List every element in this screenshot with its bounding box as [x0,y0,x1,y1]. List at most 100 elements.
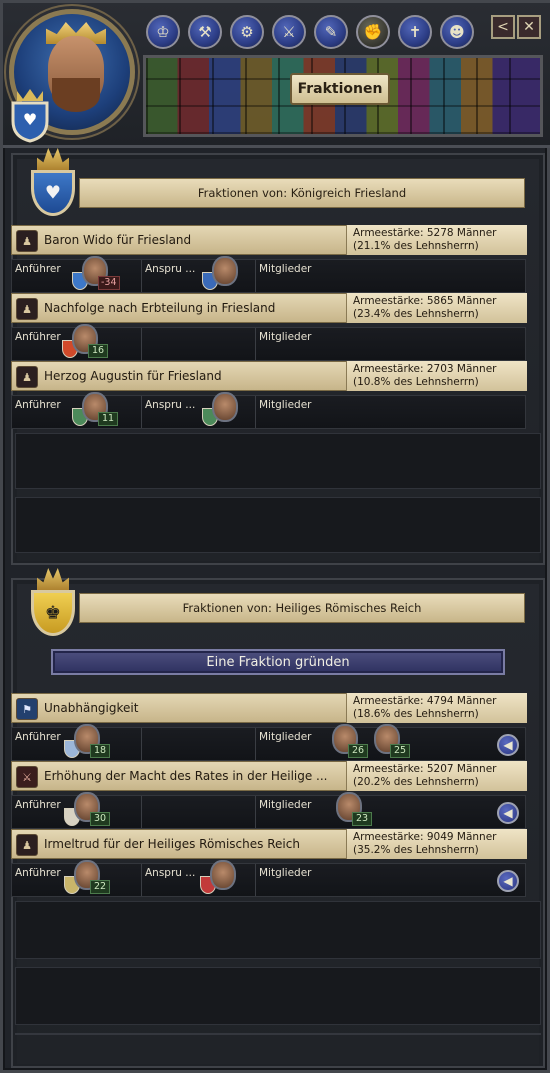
svg-text:♥: ♥ [23,110,37,129]
leader-character[interactable]: 18 [64,724,110,760]
faction-members-row: Anführer -34 Anspru ... Mitglieder [11,256,526,293]
members-label: Mitglieder [259,263,312,275]
faction-members-row: Anführer 16 Mitglieder [11,324,526,361]
army-strength: Armeestärke: 9049 Männer [353,831,497,843]
back-button[interactable]: < [491,15,515,39]
leader-cell: Anführer 11 [12,392,142,428]
members-label: Mitglieder [259,867,312,879]
close-button[interactable]: ✕ [517,15,541,39]
factions-icon[interactable]: ✊ [356,15,390,49]
faction-row[interactable]: ⚑ Unabhängigkeit Armeestärke: 4794 Männe… [11,693,527,723]
faction-row[interactable]: ♟ Baron Wido für Friesland Armeestärke: … [11,225,527,255]
opinion-value: 25 [390,744,410,758]
army-percentage: (35.2% des Lehnsherrn) [353,844,479,856]
empty-slot [15,497,541,553]
cross-icon[interactable]: ✝ [398,15,432,49]
leader-label: Anführer [15,731,61,743]
claimant-cell: Anspru ... [142,860,256,896]
section-title-friesland: Fraktionen von: Königreich Friesland [79,178,525,208]
claimant-character[interactable] [202,256,242,292]
army-percentage: (21.1% des Lehnsherrn) [353,240,479,252]
faction-name: Herzog Augustin für Friesland [44,369,222,383]
claimant-cell [142,328,256,360]
faction-row[interactable]: ⚔ Erhöhung der Macht des Rates in der He… [11,761,527,791]
leader-cell: Anführer -34 [12,256,142,292]
back-arrow-icon[interactable]: ◀ [497,734,519,756]
claimant-character[interactable] [200,860,240,896]
hre-crest: ♚ [27,568,79,636]
leader-cell: Anführer 30 [12,792,142,828]
ruler-coat-of-arms[interactable]: ♥ [7,87,53,143]
faction-members-row: Anführer 18 Mitglieder 26 25 ◀ [11,724,526,761]
independence-flag-icon: ⚑ [16,698,38,720]
faction-row[interactable]: ♟ Herzog Augustin für Friesland Armeestä… [11,361,527,391]
opinion-value: 11 [98,412,118,426]
crown-icon [37,568,69,592]
crown-icon [37,148,69,172]
ruler-beard [52,78,100,112]
back-arrow-icon[interactable]: ◀ [497,870,519,892]
claimant-label: Anspru ... [145,867,196,879]
sword-icon[interactable]: ⚔ [272,15,306,49]
factions-window: ♥ ♔ ⚒ ⚙ ⚔ ✎ ✊ ✝ ☻ < ✕ Fraktionen ♥ Frakt… [0,0,550,1073]
council-power-icon: ⚔ [16,766,38,788]
member-character[interactable]: 26 [322,724,368,760]
faction-name: Baron Wido für Friesland [44,233,192,247]
faction-name: Nachfolge nach Erbteilung in Friesland [44,301,276,315]
leader-label: Anführer [15,867,61,879]
army-strength: Armeestärke: 2703 Männer [353,363,497,375]
members-label: Mitglieder [259,331,312,343]
window-title: Fraktionen [290,73,390,105]
friesland-shield: ♥ [31,170,75,216]
character-portrait [212,256,238,286]
claimant-cell: Anspru ... [142,392,256,428]
leader-character[interactable]: 11 [72,392,118,428]
leader-label: Anführer [15,331,61,343]
faction-members-row: Anführer 30 Mitglieder 23 ◀ [11,792,526,829]
character-portrait [210,860,236,890]
friesland-crest: ♥ [27,148,79,216]
claimant-character[interactable] [202,392,242,428]
army-percentage: (23.4% des Lehnsherrn) [353,308,479,320]
crown-icon[interactable]: ♔ [146,15,180,49]
leader-character[interactable]: 30 [64,792,110,828]
army-strength: Armeestärke: 5207 Männer [353,763,497,775]
faction-name: Erhöhung der Macht des Rates in der Heil… [44,769,328,783]
empty-slot [15,433,541,489]
army-strength: Armeestärke: 5865 Männer [353,295,497,307]
members-label: Mitglieder [259,799,312,811]
faction-name: Unabhängigkeit [44,701,139,715]
section-title-hre: Fraktionen von: Heiliges Römisches Reich [79,593,525,623]
faction-row[interactable]: ♟ Nachfolge nach Erbteilung in Friesland… [11,293,527,323]
opinion-value: 30 [90,812,110,826]
leader-label: Anführer [15,399,61,411]
members-cell: Mitglieder [256,328,525,360]
member-character[interactable]: 23 [326,792,372,828]
members-cell: Mitglieder ◀ [256,864,525,896]
faction-members-row: Anführer 11 Anspru ... Mitglieder [11,392,526,429]
faction-claim-icon: ♟ [16,230,38,252]
empty-slot [15,967,541,1025]
claimant-label: Anspru ... [145,263,196,275]
window-header: ♥ ♔ ⚒ ⚙ ⚔ ✎ ✊ ✝ ☻ < ✕ Fraktionen [3,3,550,148]
member-character[interactable]: 25 [364,724,410,760]
hammer-icon[interactable]: ⚒ [188,15,222,49]
army-strength: Armeestärke: 5278 Männer [353,227,497,239]
leader-character[interactable]: 22 [64,860,110,896]
leader-cell: Anführer 22 [12,860,142,896]
leader-character[interactable]: 16 [62,324,108,360]
faction-row[interactable]: ♟ Irmeltrud für der Heiliges Römisches R… [11,829,527,859]
opinion-value: 22 [90,880,110,894]
gear-icon[interactable]: ⚙ [230,15,264,49]
members-label: Mitglieder [259,731,312,743]
faction-claim-icon: ♟ [16,834,38,856]
create-faction-button[interactable]: Eine Fraktion gründen [51,649,505,675]
people-icon[interactable]: ☻ [440,15,474,49]
opinion-value: -34 [98,276,120,290]
faction-inheritance-icon: ♟ [16,298,38,320]
back-arrow-icon[interactable]: ◀ [497,802,519,824]
leader-character[interactable]: -34 [72,256,120,292]
quill-icon[interactable]: ✎ [314,15,348,49]
faction-strength: Armeestärke: 2703 Männer (10.8% des Lehn… [346,361,527,391]
leader-label: Anführer [15,263,61,275]
